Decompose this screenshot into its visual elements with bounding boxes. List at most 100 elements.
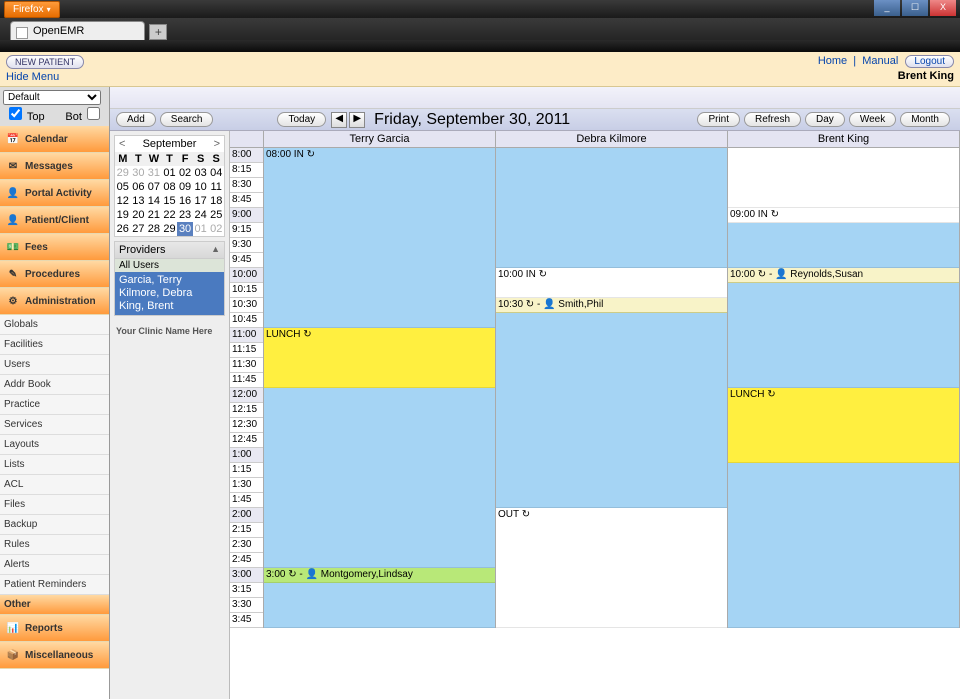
schedule-event[interactable]: 10:00 ↻ - 👤 Reynolds,Susan [728, 268, 959, 283]
minical-day[interactable]: 04 [208, 166, 224, 180]
time-slot[interactable]: 11:00 [230, 328, 263, 343]
next-day-button[interactable]: ▶ [349, 112, 365, 128]
time-slot[interactable]: 1:45 [230, 493, 263, 508]
time-slot[interactable]: 12:00 [230, 388, 263, 403]
sidebar-item-acl[interactable]: ACL [0, 475, 109, 495]
time-slot[interactable]: 2:30 [230, 538, 263, 553]
provider-list-item[interactable]: King, Brent [119, 300, 220, 313]
time-slot[interactable]: 9:45 [230, 253, 263, 268]
minical-day[interactable]: 30 [177, 222, 193, 236]
sidebar-item-files[interactable]: Files [0, 495, 109, 515]
sidebar-item-addr-book[interactable]: Addr Book [0, 375, 109, 395]
time-slot[interactable]: 10:15 [230, 283, 263, 298]
minical-day[interactable]: 02 [208, 222, 224, 236]
minical-day[interactable]: 29 [115, 166, 131, 180]
providers-all-users[interactable]: All Users [115, 259, 224, 272]
minical-day[interactable]: 01 [162, 166, 178, 180]
sidebar-item-patient-client[interactable]: 👤Patient/Client [0, 207, 109, 234]
time-slot[interactable]: 10:00 [230, 268, 263, 283]
minical-day[interactable]: 25 [208, 208, 224, 222]
schedule-event[interactable]: LUNCH ↻ [264, 328, 495, 388]
window-minimize-button[interactable]: _ [874, 0, 900, 16]
day-view-button[interactable]: Day [805, 112, 845, 127]
minical-day[interactable]: 15 [162, 194, 178, 208]
minical-day[interactable]: 01 [193, 222, 209, 236]
time-slot[interactable]: 10:30 [230, 298, 263, 313]
sidebar-item-patient-reminders[interactable]: Patient Reminders [0, 575, 109, 595]
schedule-event[interactable]: 10:30 ↻ - 👤 Smith,Phil [496, 298, 727, 313]
search-button[interactable]: Search [160, 112, 214, 127]
time-slot[interactable]: 9:00 [230, 208, 263, 223]
sidebar-item-backup[interactable]: Backup [0, 515, 109, 535]
browser-tab[interactable]: OpenEMR [10, 21, 145, 40]
time-slot[interactable]: 12:45 [230, 433, 263, 448]
schedule-event[interactable] [496, 313, 727, 508]
minical-next[interactable]: > [214, 138, 220, 150]
sidebar-select[interactable]: Default [3, 90, 101, 105]
minical-prev[interactable]: < [119, 138, 125, 150]
minical-day[interactable]: 17 [193, 194, 209, 208]
print-button[interactable]: Print [697, 112, 740, 127]
minical-day[interactable]: 30 [131, 166, 147, 180]
minical-day[interactable]: 03 [193, 166, 209, 180]
sidebar-item-facilities[interactable]: Facilities [0, 335, 109, 355]
sidebar-item-services[interactable]: Services [0, 415, 109, 435]
sidebar-item-portal-activity[interactable]: 👤Portal Activity [0, 180, 109, 207]
minical-day[interactable]: 09 [177, 180, 193, 194]
providers-list[interactable]: Garcia, TerryKilmore, DebraKing, Brent [115, 272, 224, 315]
window-close-button[interactable]: X [930, 0, 956, 16]
sidebar-item-calendar[interactable]: 📅Calendar [0, 126, 109, 153]
provider-list-item[interactable]: Garcia, Terry [119, 274, 220, 287]
schedule-event[interactable]: 10:00 IN ↻ [496, 268, 727, 298]
time-slot[interactable]: 1:00 [230, 448, 263, 463]
minical-day[interactable]: 14 [146, 194, 162, 208]
time-slot[interactable]: 3:45 [230, 613, 263, 628]
time-slot[interactable]: 11:45 [230, 373, 263, 388]
sidebar-item-users[interactable]: Users [0, 355, 109, 375]
schedule-event[interactable] [728, 283, 959, 388]
minical-day[interactable]: 16 [177, 194, 193, 208]
minical-day[interactable]: 24 [193, 208, 209, 222]
schedule-event[interactable] [728, 223, 959, 268]
minical-day[interactable]: 07 [146, 180, 162, 194]
time-slot[interactable]: 2:15 [230, 523, 263, 538]
refresh-button[interactable]: Refresh [744, 112, 801, 127]
minical-day[interactable]: 28 [146, 222, 162, 236]
manual-link[interactable]: Manual [862, 55, 898, 67]
schedule-event[interactable]: LUNCH ↻ [728, 388, 959, 463]
time-slot[interactable]: 2:45 [230, 553, 263, 568]
minical-day[interactable]: 23 [177, 208, 193, 222]
sidebar-item-administration[interactable]: ⚙Administration [0, 288, 109, 315]
hide-menu-link[interactable]: Hide Menu [6, 71, 84, 83]
minical-day[interactable]: 11 [208, 180, 224, 194]
time-slot[interactable]: 1:15 [230, 463, 263, 478]
sidebar-item-fees[interactable]: 💵Fees [0, 234, 109, 261]
schedule-event[interactable] [264, 388, 495, 568]
sidebar-item-practice[interactable]: Practice [0, 395, 109, 415]
provider-column[interactable]: 10:00 IN ↻10:30 ↻ - 👤 Smith,Phil OUT ↻ [496, 148, 728, 628]
minical-day[interactable]: 29 [162, 222, 178, 236]
schedule-event[interactable]: 08:00 IN ↻ [264, 148, 495, 328]
minical-day[interactable]: 27 [131, 222, 147, 236]
time-slot[interactable]: 2:00 [230, 508, 263, 523]
time-slot[interactable]: 1:30 [230, 478, 263, 493]
minical-day[interactable]: 02 [177, 166, 193, 180]
window-maximize-button[interactable]: ☐ [902, 0, 928, 16]
sidebar-item-messages[interactable]: ✉Messages [0, 153, 109, 180]
provider-list-item[interactable]: Kilmore, Debra [119, 287, 220, 300]
sidebar-item-layouts[interactable]: Layouts [0, 435, 109, 455]
sidebar-item-reports[interactable]: 📊Reports [0, 615, 109, 642]
sidebar-item-alerts[interactable]: Alerts [0, 555, 109, 575]
logout-button[interactable]: Logout [905, 55, 954, 68]
providers-collapse-icon[interactable]: ▲ [211, 244, 220, 256]
time-slot[interactable]: 12:30 [230, 418, 263, 433]
time-slot[interactable]: 3:30 [230, 598, 263, 613]
schedule-event[interactable]: OUT ↻ [496, 508, 727, 628]
minical-day[interactable]: 13 [131, 194, 147, 208]
minical-day[interactable]: 10 [193, 180, 209, 194]
minical-day[interactable]: 20 [131, 208, 147, 222]
minical-day[interactable]: 08 [162, 180, 178, 194]
week-view-button[interactable]: Week [849, 112, 896, 127]
minical-day[interactable]: 05 [115, 180, 131, 194]
time-slot[interactable]: 8:00 [230, 148, 263, 163]
